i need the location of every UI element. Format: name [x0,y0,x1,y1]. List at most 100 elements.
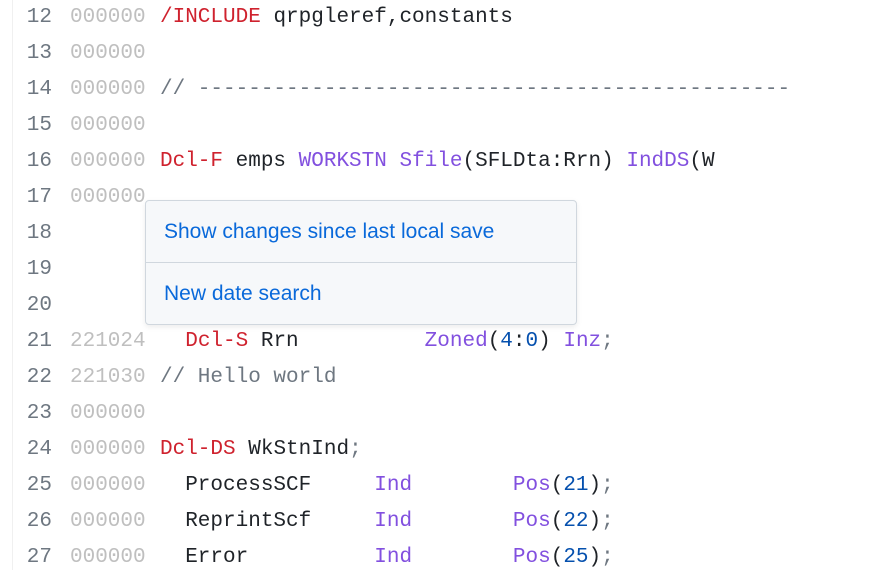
code-line[interactable]: 13000000 [0,36,880,72]
code-token: Ind [374,474,412,497]
line-number: 24 [0,432,70,468]
code-token: ) [589,510,602,533]
sequence-number: 000000 [70,0,160,36]
code-token [236,438,249,461]
code-token: Dcl-DS [160,438,236,461]
line-number: 16 [0,144,70,180]
code-line[interactable]: 14000000// -----------------------------… [0,72,880,108]
code-token: Inz [563,330,601,353]
code-token: ; [349,438,362,461]
code-content[interactable]: Error Ind Pos(25); [160,540,880,576]
sequence-number: 000000 [70,72,160,108]
code-content[interactable]: Dcl-DS WkStnInd; [160,432,880,468]
code-token: : [513,330,526,353]
code-token: Dcl-F [160,150,223,173]
code-token: WkStnInd [248,438,349,461]
code-token [412,510,513,533]
code-token: ( [551,474,564,497]
code-token: 22 [563,510,588,533]
code-token: ) [589,474,602,497]
line-number: 25 [0,468,70,504]
code-token: SFLDta:Rrn [475,150,601,173]
sequence-number: 221030 [70,360,160,396]
code-token [412,474,513,497]
sequence-number: 000000 [70,108,160,144]
code-token: emps [236,150,299,173]
sequence-number: 000000 [70,396,160,432]
code-line[interactable]: 16000000Dcl-F emps WORKSTN Sfile(SFLDta:… [0,144,880,180]
code-token: Pos [513,546,551,569]
code-token: Ind [374,510,412,533]
line-number: 21 [0,324,70,360]
code-token: ( [462,150,475,173]
code-token: ; [601,474,614,497]
code-token: ; [601,510,614,533]
code-token: ( [551,510,564,533]
code-token: Pos [513,510,551,533]
line-number: 27 [0,540,70,576]
line-number: 13 [0,36,70,72]
code-line[interactable]: 22221030// Hello world [0,360,880,396]
line-number: 19 [0,252,70,288]
code-line[interactable]: 15000000 [0,108,880,144]
code-token [248,330,261,353]
code-token: ; [601,330,614,353]
line-number: 14 [0,72,70,108]
code-token: ProcessSCF [160,474,374,497]
code-content[interactable]: Dcl-S Rrn Zoned(4:0) Inz; [160,324,880,360]
code-token: 25 [563,546,588,569]
line-number: 17 [0,180,70,216]
code-token: Rrn [261,330,425,353]
sequence-number: 000000 [70,432,160,468]
code-content[interactable]: // -------------------------------------… [160,72,880,108]
code-token: ) [589,546,602,569]
code-content[interactable]: // Hello world [160,360,880,396]
line-number: 12 [0,0,70,36]
code-token: // Hello world [160,366,336,389]
context-menu: Show changes since last local save New d… [145,200,577,325]
code-line[interactable]: 26000000 ReprintScf Ind Pos(22); [0,504,880,540]
sequence-number: 000000 [70,540,160,576]
line-number: 15 [0,108,70,144]
sequence-number: 000000 [70,468,160,504]
code-token: Dcl-S [185,330,248,353]
line-number: 20 [0,288,70,324]
code-token: WORKSTN [299,150,400,173]
code-line[interactable]: 21221024 Dcl-S Rrn Zoned(4:0) Inz; [0,324,880,360]
sequence-number: 000000 [70,144,160,180]
code-token: Error [160,546,374,569]
code-token: 0 [526,330,539,353]
line-number: 18 [0,216,70,252]
code-token: 21 [563,474,588,497]
menu-item-new-date-search[interactable]: New date search [146,262,576,324]
code-content[interactable]: /INCLUDE qrpgleref,constants [160,0,880,36]
code-line[interactable]: 25000000 ProcessSCF Ind Pos(21); [0,468,880,504]
code-line[interactable]: 12000000/INCLUDE qrpgleref,constants [0,0,880,36]
sequence-number: 000000 [70,36,160,72]
code-token: ) [538,330,563,353]
code-token: 4 [500,330,513,353]
code-token: ; [601,546,614,569]
menu-item-show-changes[interactable]: Show changes since last local save [146,201,576,262]
code-content[interactable]: Dcl-F emps WORKSTN Sfile(SFLDta:Rrn) Ind… [160,144,880,180]
code-token: Ind [374,546,412,569]
code-token: ( [689,150,702,173]
code-token: ( [551,546,564,569]
code-token: Zoned [425,330,488,353]
code-token: ( [488,330,501,353]
code-line[interactable]: 23000000 [0,396,880,432]
code-line[interactable]: 24000000Dcl-DS WkStnInd; [0,432,880,468]
line-number: 22 [0,360,70,396]
code-content[interactable]: ReprintScf Ind Pos(22); [160,504,880,540]
code-content[interactable]: ProcessSCF Ind Pos(21); [160,468,880,504]
code-token [223,150,236,173]
line-number: 23 [0,396,70,432]
code-token [261,6,274,29]
code-line[interactable]: 27000000 Error Ind Pos(25); [0,540,880,576]
code-token: Pos [513,474,551,497]
code-token: W [702,150,715,173]
code-token: Sfile [399,150,462,173]
code-token: ReprintScf [160,510,374,533]
code-token: qrpgleref,constants [273,6,512,29]
code-token: /INCLUDE [160,6,261,29]
